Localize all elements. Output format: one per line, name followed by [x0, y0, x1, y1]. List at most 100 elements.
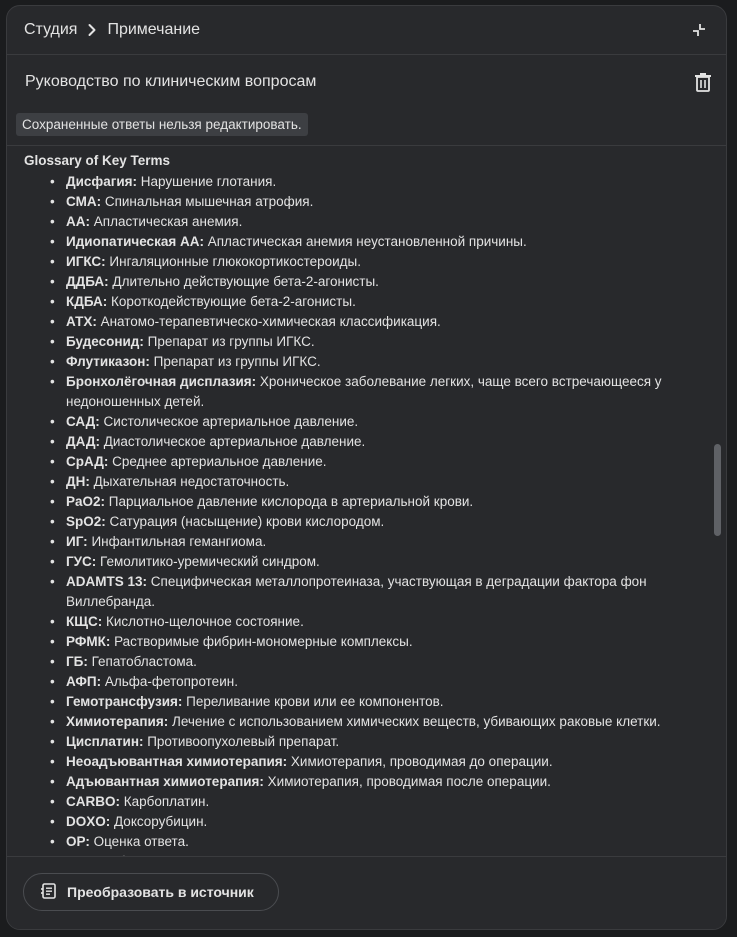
- glossary-definition: Гемолитико-уремический синдром.: [96, 554, 320, 569]
- glossary-term: Химиотерапия:: [66, 714, 169, 729]
- glossary-definition: Ингаляционные глюкокортикостероиды.: [105, 254, 361, 269]
- glossary-term: АФП:: [66, 674, 102, 689]
- glossary-term: Гемотрансфузия:: [66, 694, 183, 709]
- glossary-definition: Апластическая анемия неустановленной при…: [203, 234, 527, 249]
- glossary-item: ДН: Дыхательная недостаточность.: [50, 472, 686, 492]
- glossary-item: ДАД: Диастолическое артериальное давлени…: [50, 432, 686, 452]
- glossary-item: САД: Систолическое артериальное давление…: [50, 412, 686, 432]
- glossary-definition: Кислотно-щелочное состояние.: [102, 614, 304, 629]
- glossary-item: Флутиказон: Препарат из группы ИГКС.: [50, 352, 686, 372]
- glossary-item: SpO2: Сатурация (насыщение) крови кислор…: [50, 512, 686, 532]
- collapse-icon[interactable]: [686, 17, 712, 43]
- glossary-term: Бронхолёгочная дисплазия:: [66, 374, 257, 389]
- glossary-item: РФМК: Растворимые фибрин-мономерные комп…: [50, 632, 686, 652]
- glossary-definition: Среднее артериальное давление.: [108, 454, 327, 469]
- glossary-term: Неоадъювантная химиотерапия:: [66, 754, 288, 769]
- convert-to-source-button[interactable]: Преобразовать в источник: [23, 873, 279, 911]
- glossary-definition: Дыхательная недостаточность.: [89, 474, 290, 489]
- note-title: Руководство по клиническим вопросам: [25, 73, 317, 90]
- glossary-item: Цисплатин: Противоопухолевый препарат.: [50, 732, 686, 752]
- breadcrumb-note: Примечание: [107, 21, 201, 38]
- glossary-term: ГУС:: [66, 554, 97, 569]
- glossary-item: ADAMTS 13: Специфическая металлопротеина…: [50, 572, 686, 612]
- readonly-notice: Сохраненные ответы нельзя редактировать.: [16, 113, 308, 136]
- glossary-term: ADAMTS 13:: [66, 574, 148, 589]
- glossary-definition: Сатурация (насыщение) крови кислородом.: [105, 514, 385, 529]
- glossary-definition: Оценка ответа.: [89, 834, 189, 849]
- glossary-item: ДДБА: Длительно действующие бета-2-агони…: [50, 272, 686, 292]
- glossary-definition: Апластическая анемия.: [90, 214, 243, 229]
- glossary-item: Гемотрансфузия: Переливание крови или ее…: [50, 692, 686, 712]
- glossary-item: ГУС: Гемолитико-уремический синдром.: [50, 552, 686, 572]
- glossary-term: РФМК:: [66, 634, 111, 649]
- glossary-definition: Специфическая металлопротеиназа, участву…: [66, 574, 647, 609]
- glossary-item: АТХ: Анатомо-терапевтическо-химическая к…: [50, 312, 686, 332]
- glossary-item: ИГ: Инфантильная гемангиома.: [50, 532, 686, 552]
- glossary-item: ИГКС: Ингаляционные глюкокортикостероиды…: [50, 252, 686, 272]
- glossary-item: ОР: Оценка ответа.: [50, 832, 686, 852]
- glossary-definition: Препарат из группы ИГКС.: [143, 334, 315, 349]
- glossary-term: ИГКС:: [66, 254, 106, 269]
- glossary-definition: Систолическое артериальное давление.: [99, 414, 359, 429]
- scrollbar-thumb[interactable]: [714, 444, 721, 536]
- glossary-term: Адъювантная химиотерапия:: [66, 774, 264, 789]
- glossary-definition: Препарат из группы ИГКС.: [149, 354, 321, 369]
- glossary-definition: Переливание крови или ее компонентов.: [182, 694, 444, 709]
- glossary-item: Неоадъювантная химиотерапия: Химиотерапи…: [50, 752, 686, 772]
- glossary-term: Дисфагия:: [66, 174, 138, 189]
- glossary-term: Идиопатическая АА:: [66, 234, 204, 249]
- glossary-definition: Карбоплатин.: [120, 794, 210, 809]
- breadcrumb-studio[interactable]: Студия: [24, 21, 77, 39]
- glossary-definition: Противоопухолевый препарат.: [143, 734, 340, 749]
- convert-to-source-label: Преобразовать в источник: [67, 884, 254, 900]
- glossary-term: ИГ:: [66, 534, 88, 549]
- glossary-term: СрАД:: [66, 454, 109, 469]
- glossary-item: CARBO: Карбоплатин.: [50, 792, 686, 812]
- glossary-item: АА: Апластическая анемия.: [50, 212, 686, 232]
- glossary-term: PaO2:: [66, 494, 106, 509]
- glossary-definition: Диастолическое артериальное давление.: [99, 434, 366, 449]
- glossary-definition: Лечение с использованием химических веще…: [168, 714, 661, 729]
- glossary-term: DOXO:: [66, 814, 111, 829]
- glossary-item: Будесонид: Препарат из группы ИГКС.: [50, 332, 686, 352]
- glossary-term: ДДБА:: [66, 274, 109, 289]
- panel-footer: Преобразовать в источник: [7, 856, 726, 929]
- panel-header: Студия Примечание: [7, 6, 726, 55]
- glossary-term: CARBO:: [66, 794, 120, 809]
- glossary-definition: Короткодействующие бета-2-агонисты.: [107, 294, 356, 309]
- glossary-term: ГБ:: [66, 654, 88, 669]
- glossary-item: КДБА: Короткодействующие бета-2-агонисты…: [50, 292, 686, 312]
- glossary-item: DOXO: Доксорубицин.: [50, 812, 686, 832]
- glossary-definition: Анатомо-терапевтическо-химическая класси…: [96, 314, 441, 329]
- glossary-definition: Спинальная мышечная атрофия.: [101, 194, 314, 209]
- glossary-definition: Растворимые фибрин-мономерные комплексы.: [110, 634, 413, 649]
- glossary-term: КЩС:: [66, 614, 103, 629]
- glossary-definition: Химиотерапия, проводимая до операции.: [287, 754, 553, 769]
- glossary-item: СМА: Спинальная мышечная атрофия.: [50, 192, 686, 212]
- note-title-row: Руководство по клиническим вопросам: [7, 55, 726, 109]
- glossary-item: ГБ: Гепатобластома.: [50, 652, 686, 672]
- glossary-list: Дисфагия: Нарушение глотания.СМА: Спинал…: [24, 172, 726, 860]
- note-convert-icon: [40, 882, 58, 903]
- glossary-item: АФП: Альфа-фетопротеин.: [50, 672, 686, 692]
- glossary-item: Бронхолёгочная дисплазия: Хроническое за…: [50, 372, 686, 412]
- glossary-term: СМА:: [66, 194, 102, 209]
- glossary-definition: Нарушение глотания.: [137, 174, 277, 189]
- glossary-term: КДБА:: [66, 294, 108, 309]
- note-content[interactable]: Glossary of Key Terms Дисфагия: Нарушени…: [7, 146, 726, 860]
- glossary-term: Будесонид:: [66, 334, 144, 349]
- glossary-definition: Парциальное давление кислорода в артериа…: [105, 494, 474, 509]
- glossary-item: СрАД: Среднее артериальное давление.: [50, 452, 686, 472]
- readonly-notice-row: Сохраненные ответы нельзя редактировать.: [7, 109, 726, 143]
- note-panel: Студия Примечание Руководство по клиниче…: [6, 5, 727, 930]
- glossary-item: Химиотерапия: Лечение с использованием х…: [50, 712, 686, 732]
- glossary-definition: Гепатобластома.: [87, 654, 197, 669]
- glossary-term: АА:: [66, 214, 90, 229]
- glossary-item: Дисфагия: Нарушение глотания.: [50, 172, 686, 192]
- glossary-heading: Glossary of Key Terms: [24, 153, 171, 168]
- glossary-definition: Химиотерапия, проводимая после операции.: [263, 774, 551, 789]
- glossary-definition: Длительно действующие бета-2-агонисты.: [108, 274, 379, 289]
- glossary-item: Адъювантная химиотерапия: Химиотерапия, …: [50, 772, 686, 792]
- glossary-term: АТХ:: [66, 314, 97, 329]
- trash-icon[interactable]: [690, 69, 716, 95]
